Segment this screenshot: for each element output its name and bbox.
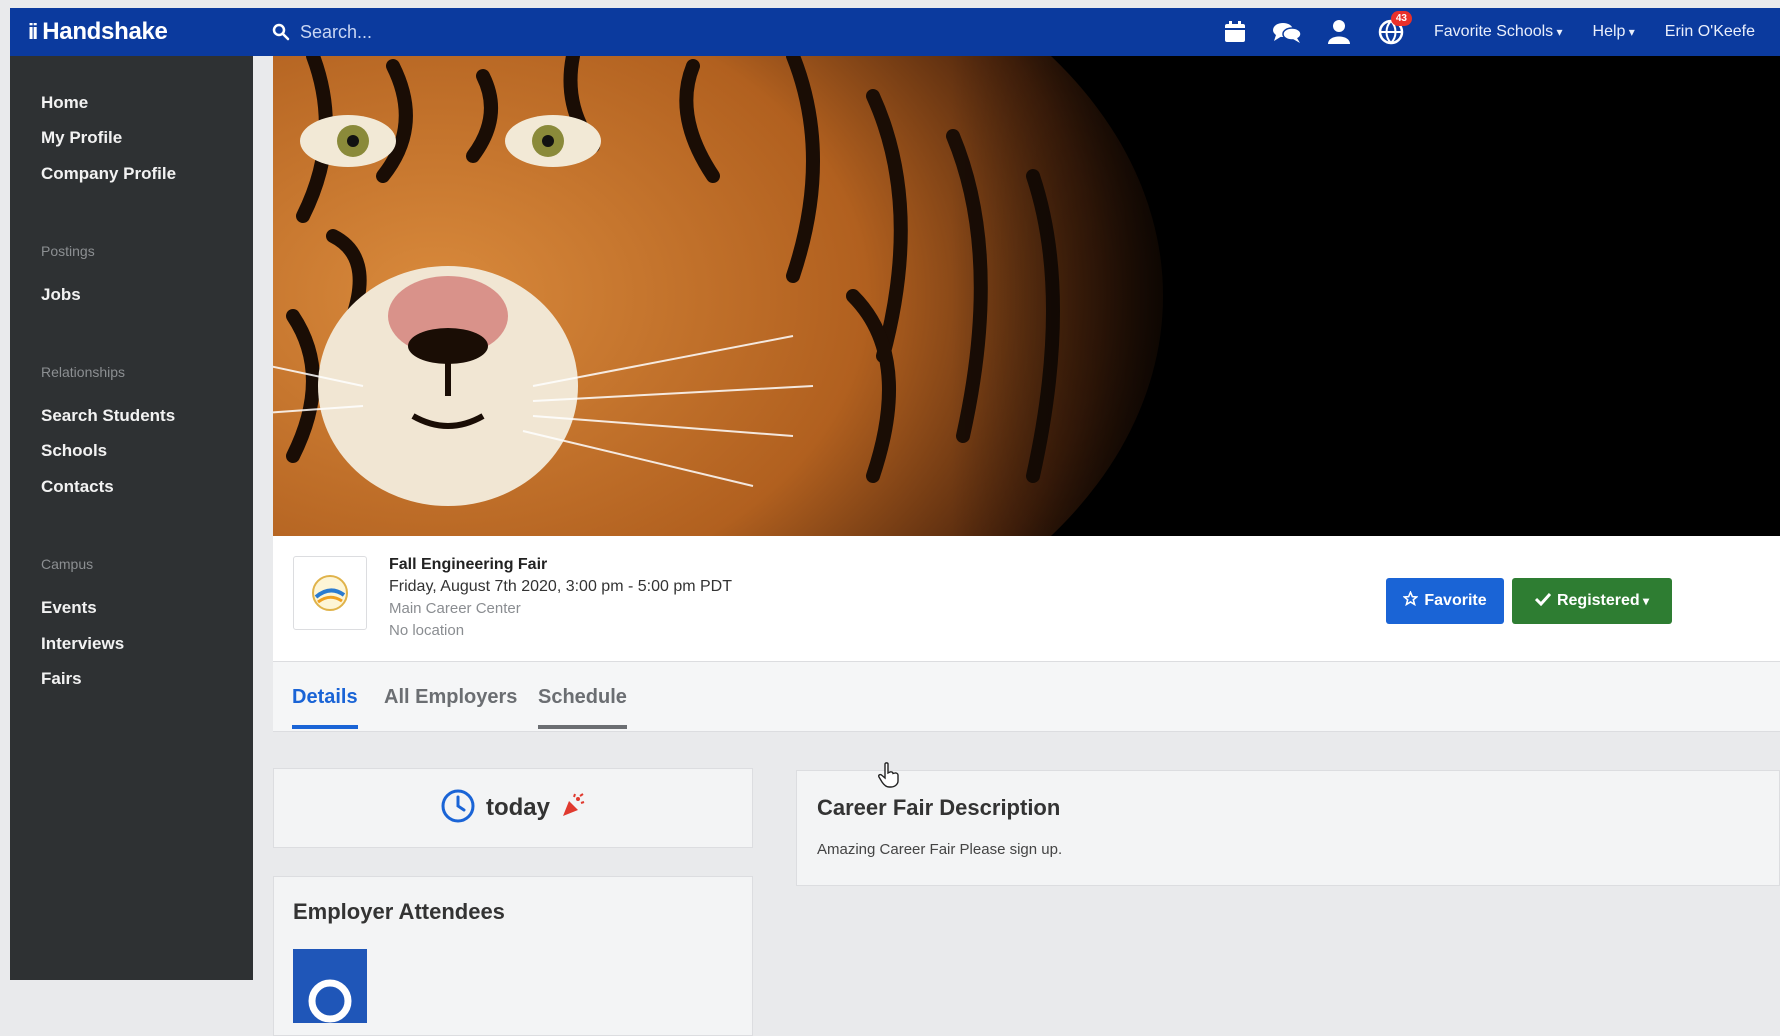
description-title: Career Fair Description xyxy=(817,795,1061,820)
search-icon xyxy=(272,23,290,41)
sidebar: Home My Profile Company Profile Postings… xyxy=(10,56,253,980)
employer-attendees-card: Employer Attendees xyxy=(273,876,753,1036)
event-title: Fall Engineering Fair xyxy=(389,556,548,573)
event-no-location: No location xyxy=(389,622,465,639)
notification-badge: 43 xyxy=(1390,11,1412,26)
brand-name: Handshake xyxy=(42,18,168,45)
event-banner-image xyxy=(273,56,1780,536)
employer-attendees-title: Employer Attendees xyxy=(293,899,505,924)
pointer-cursor-icon xyxy=(878,762,900,793)
handshake-logo[interactable]: ii Handshake xyxy=(28,8,168,56)
tab-schedule-label: Schedule xyxy=(538,685,627,708)
party-popper-icon xyxy=(560,792,586,824)
school-logo xyxy=(293,556,367,630)
event-datetime: Friday, August 7th 2020, 3:00 pm - 5:00 … xyxy=(389,578,732,595)
event-location: Main Career Center xyxy=(389,600,521,617)
tab-active-indicator xyxy=(292,725,358,729)
event-status-card: today xyxy=(273,768,753,848)
sidebar-item-fairs[interactable]: Fairs xyxy=(41,669,82,689)
calendar-icon[interactable] xyxy=(1220,17,1250,47)
clock-icon xyxy=(440,788,476,829)
event-tabs: Details All Employers Schedule xyxy=(273,662,1780,732)
nav-icon-group: 43 xyxy=(1220,8,1412,56)
sidebar-item-contacts[interactable]: Contacts xyxy=(41,477,114,497)
tab-details-label: Details xyxy=(292,685,358,708)
tab-all-employers[interactable]: All Employers xyxy=(384,662,517,732)
registered-button-label: Registered xyxy=(1557,592,1649,610)
sidebar-heading-relationships: Relationships xyxy=(41,364,126,380)
tab-all-employers-label: All Employers xyxy=(384,685,518,708)
star-icon xyxy=(1402,590,1420,611)
tab-hover-indicator xyxy=(538,725,627,729)
nav-menus: Favorite Schools Help Erin O'Keefe xyxy=(1434,8,1755,56)
employer-logo[interactable] xyxy=(293,949,367,1023)
search-bar[interactable]: Search... xyxy=(272,8,772,56)
globe-icon[interactable]: 43 xyxy=(1376,11,1412,47)
search-input[interactable]: Search... xyxy=(300,22,372,43)
event-header-card: Fall Engineering Fair Friday, August 7th… xyxy=(273,536,1780,662)
sidebar-item-events[interactable]: Events xyxy=(41,598,97,618)
help-menu[interactable]: Help xyxy=(1593,23,1635,41)
sidebar-item-schools[interactable]: Schools xyxy=(41,441,107,461)
sidebar-item-search-students[interactable]: Search Students xyxy=(41,406,175,426)
check-icon xyxy=(1534,592,1552,611)
sidebar-item-company-profile[interactable]: Company Profile xyxy=(41,164,176,184)
career-fair-description-card: Career Fair Description Amazing Career F… xyxy=(796,770,1780,886)
sidebar-item-home[interactable]: Home xyxy=(41,93,88,113)
handshake-logo-mark: ii xyxy=(28,19,38,44)
registered-dropdown-button[interactable]: Registered xyxy=(1512,578,1672,624)
favorite-button-label: Favorite xyxy=(1424,592,1487,609)
favorite-button[interactable]: Favorite xyxy=(1386,578,1504,624)
favorite-schools-menu[interactable]: Favorite Schools xyxy=(1434,23,1563,41)
sidebar-item-jobs[interactable]: Jobs xyxy=(41,285,81,305)
sidebar-item-interviews[interactable]: Interviews xyxy=(41,634,124,654)
main-content: Fall Engineering Fair Friday, August 7th… xyxy=(253,56,1780,1036)
sidebar-heading-campus: Campus xyxy=(41,556,94,572)
description-text: Amazing Career Fair Please sign up. xyxy=(817,841,1063,858)
sidebar-item-my-profile[interactable]: My Profile xyxy=(41,128,122,148)
top-navigation-bar: ii Handshake Search... 43 Favorite Schoo… xyxy=(10,8,1780,56)
user-account-menu[interactable]: Erin O'Keefe xyxy=(1665,23,1755,41)
sidebar-heading-postings: Postings xyxy=(41,243,95,259)
tab-details[interactable]: Details xyxy=(292,662,358,732)
tab-schedule[interactable]: Schedule xyxy=(538,662,627,732)
chat-icon[interactable] xyxy=(1272,17,1302,47)
user-icon[interactable] xyxy=(1324,17,1354,47)
event-status-label: today xyxy=(485,794,550,821)
